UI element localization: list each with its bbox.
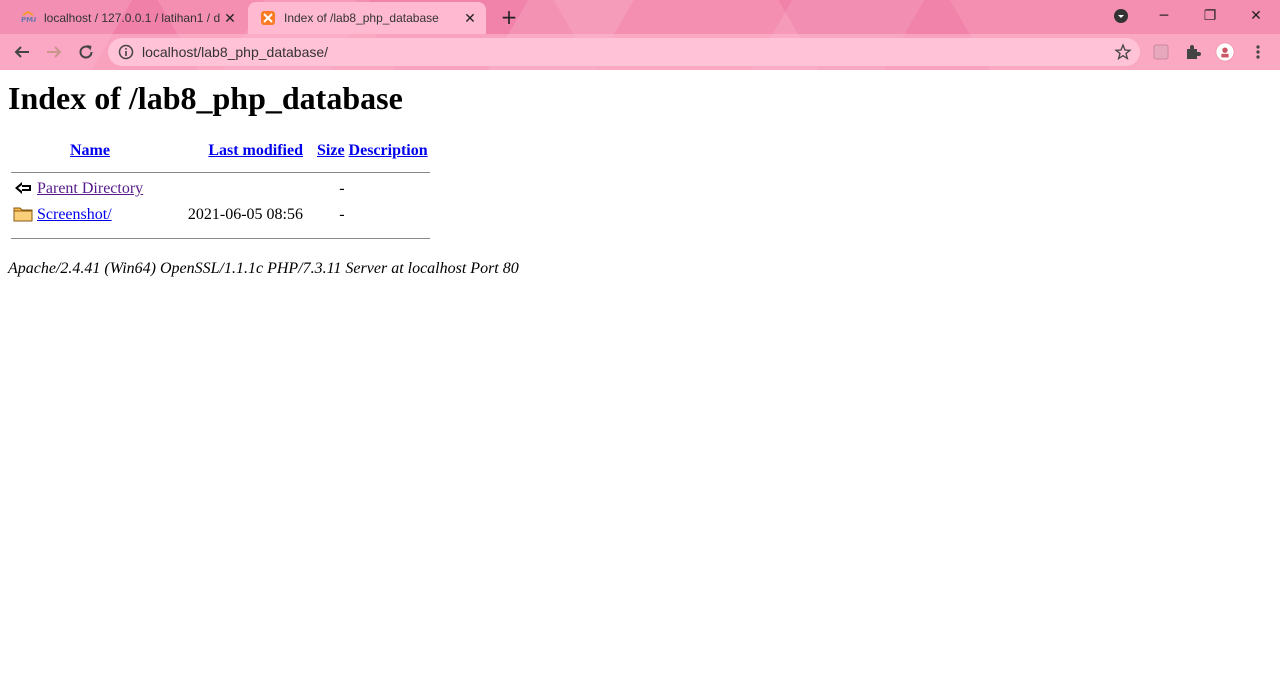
arrow-left-icon bbox=[14, 46, 29, 58]
size-cell: - bbox=[339, 206, 345, 223]
back-icon bbox=[15, 181, 31, 194]
info-icon[interactable] bbox=[118, 44, 134, 60]
url-text[interactable]: localhost/lab8_php_database/ bbox=[142, 44, 328, 60]
avatar[interactable] bbox=[1215, 42, 1235, 62]
sort-by-size-link[interactable]: Size bbox=[317, 142, 345, 159]
divider bbox=[11, 171, 430, 173]
separator-row bbox=[11, 162, 430, 176]
last-modified-column-header: Last modified bbox=[182, 140, 305, 162]
puzzle-icon[interactable] bbox=[1183, 42, 1203, 62]
reload-button[interactable] bbox=[74, 40, 98, 64]
tab-phpmyadmin[interactable]: PMA localhost / 127.0.0.1 / latihan1 / d… bbox=[8, 2, 246, 34]
arrow-right-icon bbox=[47, 46, 62, 58]
close-window-icon[interactable]: ✕ bbox=[1244, 6, 1268, 26]
tab-index-lab8[interactable]: Index of /lab8_php_database ✕ bbox=[248, 2, 486, 34]
close-tab-icon[interactable]: ✕ bbox=[222, 10, 238, 26]
page-title: Index of /lab8_php_database bbox=[8, 80, 403, 116]
description-cell bbox=[347, 176, 430, 202]
last-modified-cell: 2021-06-05 08:56 bbox=[187, 206, 303, 223]
divider bbox=[11, 237, 430, 239]
restore-icon[interactable]: ❐ bbox=[1198, 6, 1222, 26]
new-tab-button[interactable]: + bbox=[498, 7, 520, 29]
bookmark-star-icon[interactable] bbox=[1114, 43, 1132, 61]
close-tab-icon[interactable]: ✕ bbox=[462, 10, 478, 26]
directory-listing: Name Last modified Size Description Pare… bbox=[11, 140, 430, 242]
browser-chrome: PMA localhost / 127.0.0.1 / latihan1 / d… bbox=[0, 0, 1280, 70]
address-bar[interactable]: localhost/lab8_php_database/ bbox=[108, 38, 1140, 66]
sort-by-name-link[interactable]: Name bbox=[70, 142, 110, 159]
phpmyadmin-icon: PMA bbox=[20, 10, 36, 26]
description-column-header: Description bbox=[347, 140, 430, 162]
screenshot-folder-link[interactable]: Screenshot/ bbox=[37, 206, 112, 223]
profile-dropdown-icon[interactable] bbox=[1109, 6, 1133, 26]
more-menu-icon[interactable] bbox=[1248, 42, 1268, 62]
forward-button[interactable] bbox=[42, 40, 66, 64]
folder-icon bbox=[13, 207, 33, 221]
table-row: Parent Directory - bbox=[11, 176, 430, 202]
tab-strip: PMA localhost / 127.0.0.1 / latihan1 / d… bbox=[0, 0, 1280, 34]
xampp-icon bbox=[260, 10, 276, 26]
name-cell: Screenshot/ bbox=[35, 202, 182, 228]
server-signature: Apache/2.4.41 (Win64) OpenSSL/1.1.1c PHP… bbox=[8, 260, 519, 277]
table-row: Screenshot/ 2021-06-05 08:56 - bbox=[11, 202, 430, 228]
last-modified-cell bbox=[182, 176, 305, 202]
tab-title: localhost / 127.0.0.1 / latihan1 / d bbox=[44, 11, 220, 25]
back-button[interactable] bbox=[10, 40, 34, 64]
parent-directory-link[interactable]: Parent Directory bbox=[37, 180, 143, 197]
size-column-header: Size bbox=[305, 140, 347, 162]
header-row: Name Last modified Size Description bbox=[11, 140, 430, 162]
svg-text:PMA: PMA bbox=[21, 16, 36, 24]
description-cell bbox=[347, 202, 430, 228]
sort-by-last-modified-link[interactable]: Last modified bbox=[208, 142, 303, 159]
separator-row bbox=[11, 228, 430, 242]
name-column-header: Name bbox=[35, 140, 182, 162]
name-cell: Parent Directory bbox=[35, 176, 182, 202]
sort-by-description-link[interactable]: Description bbox=[349, 142, 428, 159]
page-content: Index of /lab8_php_database Name Last mo… bbox=[8, 70, 1272, 277]
icon-column-header bbox=[11, 140, 35, 162]
extension-icon[interactable] bbox=[1151, 42, 1171, 62]
tab-title: Index of /lab8_php_database bbox=[284, 11, 439, 25]
reload-icon bbox=[79, 45, 93, 59]
toolbar: localhost/lab8_php_database/ bbox=[0, 34, 1280, 70]
minimize-icon[interactable]: ─ bbox=[1152, 6, 1176, 26]
size-cell: - bbox=[339, 180, 345, 197]
